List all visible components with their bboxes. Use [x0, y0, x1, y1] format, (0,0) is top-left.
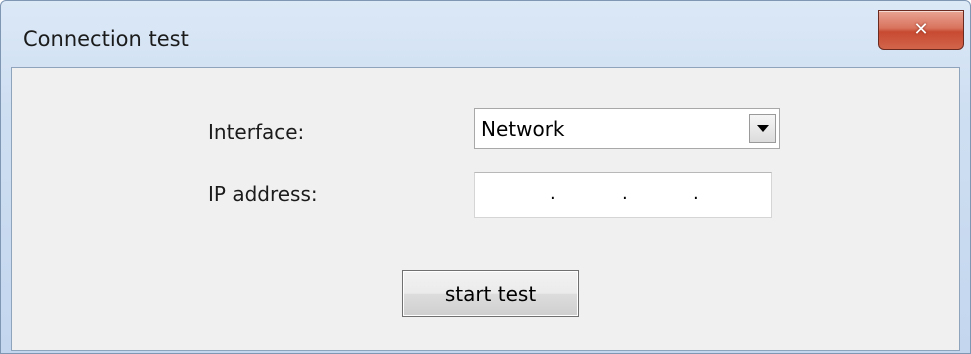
start-test-button[interactable]: start test — [402, 270, 579, 317]
ip-separator: . — [693, 183, 699, 204]
interface-dropdown[interactable]: Network — [474, 108, 780, 149]
ip-address-label: IP address: — [208, 182, 318, 206]
close-icon: ✕ — [913, 19, 929, 40]
title-bar[interactable]: Connection test ✕ — [1, 1, 970, 65]
ip-separator: . — [550, 183, 556, 204]
connection-test-window: Connection test ✕ Interface: Network IP … — [0, 0, 971, 354]
dialog-body: Interface: Network IP address: . . . sta… — [11, 67, 960, 351]
ip-separator: . — [622, 183, 628, 204]
interface-label: Interface: — [208, 120, 305, 144]
dropdown-button[interactable] — [749, 114, 776, 143]
window-title: Connection test — [23, 27, 189, 51]
chevron-down-icon — [756, 125, 769, 132]
interface-selected-value: Network — [481, 117, 565, 141]
ip-address-field[interactable]: . . . — [474, 172, 772, 218]
close-button[interactable]: ✕ — [878, 10, 964, 50]
start-test-label: start test — [444, 281, 537, 306]
